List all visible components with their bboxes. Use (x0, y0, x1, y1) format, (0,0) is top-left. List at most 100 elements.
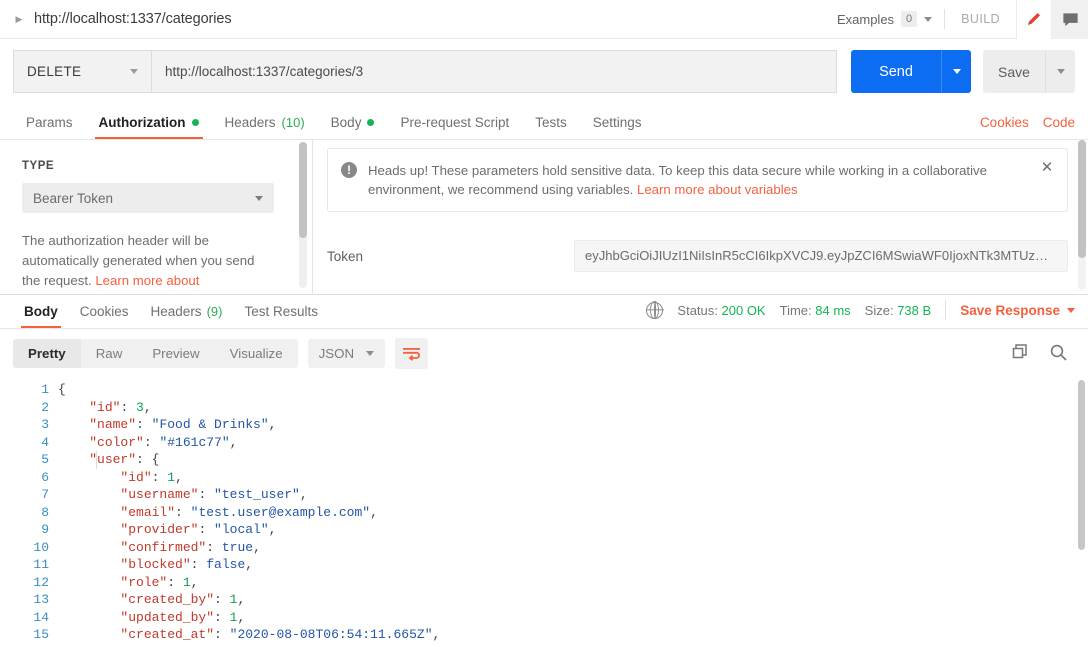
status-meta: Status: 200 OK (677, 303, 765, 318)
copy-button[interactable] (1011, 343, 1029, 364)
auth-details-scrollbar[interactable] (1078, 140, 1086, 290)
tab-label: Settings (592, 115, 642, 130)
save-options-button[interactable] (1045, 50, 1075, 93)
breadcrumb-expand-icon[interactable]: ▶ (12, 12, 26, 26)
edit-pen-button[interactable] (1016, 0, 1052, 39)
chevron-down-icon (130, 69, 138, 74)
response-tab-headers[interactable]: Headers (9) (140, 304, 234, 328)
build-label: BUILD (961, 12, 1000, 26)
view-pretty[interactable]: Pretty (13, 339, 81, 368)
time-meta: Time: 84 ms (780, 303, 851, 318)
code-line: "blocked": false, (120, 557, 254, 572)
code-link[interactable]: Code (1043, 115, 1075, 130)
examples-count-badge: 0 (901, 11, 918, 27)
copy-icon (1012, 344, 1027, 359)
tab-settings[interactable]: Settings (580, 115, 655, 139)
line-number: 3 (41, 417, 49, 432)
code-scrollbar-thumb[interactable] (1078, 380, 1085, 550)
save-button-group: Save (983, 50, 1075, 93)
scrollbar-thumb[interactable] (1078, 140, 1086, 258)
code-line: "id": 3, (89, 399, 152, 415)
response-tab-test-results[interactable]: Test Results (233, 304, 329, 328)
code-line: "created_by": 1, (120, 592, 246, 607)
close-icon[interactable]: ✕ (1039, 160, 1055, 177)
type-label: TYPE (22, 160, 55, 172)
token-row: Token eyJhbGciOiJIUzI1NiIsInR5cCI6IkpXVC… (327, 240, 1068, 272)
code-lines[interactable]: { "id": 3, "name": "Food & Drinks", "col… (58, 381, 1088, 644)
tab-label: Test Results (244, 304, 318, 319)
chevron-down-icon (924, 16, 933, 22)
tab-pre-request-script[interactable]: Pre-request Script (387, 115, 522, 139)
view-preview[interactable]: Preview (137, 339, 214, 368)
word-wrap-button[interactable] (395, 338, 429, 369)
authorization-note: The authorization header will be automat… (22, 231, 274, 291)
line-number: 4 (41, 434, 49, 450)
authorization-details-panel: ! Heads up! These parameters hold sensit… (313, 140, 1088, 294)
auth-type-select[interactable]: Bearer Token (22, 183, 274, 213)
tab-count-badge: (10) (281, 115, 305, 130)
comments-button[interactable] (1052, 0, 1088, 39)
tab-label: Params (26, 115, 73, 130)
authorization-pane: TYPE Bearer Token The authorization head… (0, 140, 1088, 295)
examples-selector[interactable]: Examples 0 (837, 11, 944, 27)
tab-tests[interactable]: Tests (522, 115, 580, 139)
code-editor[interactable]: 1 2 3 4 5 6 7 8 9 10 11 12 13 14 15 { "id": 3, "name":… (0, 378, 1088, 644)
status-dot-icon (367, 119, 375, 126)
response-toolbar: Pretty Raw Preview Visualize JSON (0, 329, 1088, 378)
search-button[interactable] (1049, 343, 1068, 365)
view-raw[interactable]: Raw (81, 339, 138, 368)
status-value: 200 OK (721, 302, 766, 318)
banner-learn-more-link[interactable]: Learn more about variables (637, 182, 798, 197)
sensitive-data-banner: ! Heads up! These parameters hold sensit… (327, 148, 1068, 212)
tab-label: Pre-request Script (400, 115, 510, 130)
send-options-button[interactable] (941, 50, 971, 93)
cookies-link[interactable]: Cookies (980, 115, 1029, 130)
comment-icon (1062, 12, 1078, 26)
pen-icon (1028, 13, 1040, 25)
tab-label: Headers (224, 115, 276, 130)
line-number: 10 (33, 539, 49, 555)
chevron-down-icon (1067, 307, 1075, 313)
chevron-down-icon (366, 351, 375, 356)
code-line: "email": "test.user@example.com", (120, 504, 378, 520)
info-icon: ! (341, 162, 357, 178)
tab-label: Tests (535, 115, 567, 130)
authorization-type-panel: TYPE Bearer Token The authorization head… (0, 140, 296, 294)
code-line: "confirmed": true, (120, 539, 261, 555)
authorization-note-link[interactable]: Learn more about (95, 273, 199, 288)
response-tab-body[interactable]: Body (13, 304, 69, 328)
auth-panel-scrollbar[interactable] (299, 142, 307, 288)
top-bar: ▶ http://localhost:1337/categories Examp… (0, 0, 1088, 39)
tab-count-badge: (9) (206, 304, 223, 319)
response-body-viewer[interactable]: 1 2 3 4 5 6 7 8 9 10 11 12 13 14 15 { "id": 3, "name":… (0, 378, 1088, 646)
response-view-switcher: Pretty Raw Preview Visualize (13, 339, 298, 368)
code-line: "updated_by": 1, (120, 609, 246, 625)
code-line: "provider": "local", (120, 522, 277, 537)
line-number: 12 (33, 574, 49, 590)
view-visualize[interactable]: Visualize (215, 339, 298, 368)
save-response-button[interactable]: Save Response (960, 303, 1075, 318)
code-line: "role": 1, (120, 574, 199, 590)
http-method-select[interactable]: DELETE (13, 50, 151, 93)
tab-params[interactable]: Params (13, 115, 86, 139)
word-wrap-icon (403, 348, 421, 361)
token-input[interactable]: eyJhbGciOiJIUzI1NiIsInR5cCI6IkpXVCJ9.eyJ… (574, 240, 1068, 272)
breadcrumb-title: http://localhost:1337/categories (34, 11, 232, 27)
time-label: Time: (779, 302, 812, 318)
line-number: 13 (33, 592, 49, 607)
tab-body[interactable]: Body (318, 115, 388, 139)
tab-headers[interactable]: Headers (10) (212, 115, 318, 139)
save-response-label: Save Response (960, 302, 1060, 318)
scrollbar-thumb[interactable] (299, 142, 307, 238)
response-tab-cookies[interactable]: Cookies (69, 304, 140, 328)
send-button[interactable]: Send (851, 50, 941, 93)
tab-authorization[interactable]: Authorization (86, 115, 212, 139)
line-number: 11 (33, 557, 49, 572)
globe-icon (646, 301, 664, 319)
save-button[interactable]: Save (983, 50, 1045, 93)
send-button-group: Send (851, 50, 971, 93)
response-format-select[interactable]: JSON (307, 339, 386, 368)
line-number: 15 (33, 627, 49, 642)
line-number-gutter: 1 2 3 4 5 6 7 8 9 10 11 12 13 14 15 (0, 381, 58, 644)
request-url-input[interactable] (151, 50, 837, 93)
